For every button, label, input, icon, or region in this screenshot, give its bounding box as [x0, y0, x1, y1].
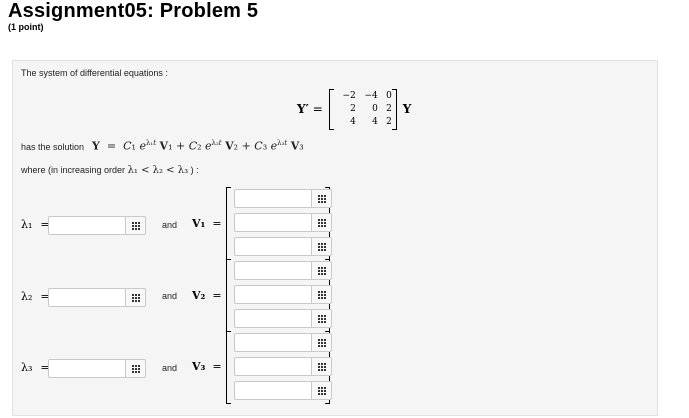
matrix-cell: 2 [386, 103, 392, 114]
grid-icon [131, 364, 140, 373]
grid-icon [317, 338, 326, 347]
where-end: ) : [190, 165, 199, 175]
matrix-cell: 0 [372, 103, 378, 114]
lambda-1-answer [48, 216, 146, 235]
v1-entry-3-input[interactable] [234, 237, 312, 256]
grid-icon [131, 221, 140, 230]
lambda-2-answer [48, 288, 146, 307]
intro-text: The system of differential equations : [21, 68, 168, 78]
v1-entry-1-button[interactable] [312, 189, 332, 208]
lambda-1-label: λ₁ = [21, 218, 50, 231]
v1-entry-3-button[interactable] [312, 237, 332, 256]
lambda-2-input[interactable] [48, 288, 126, 307]
v2-entry-2-input[interactable] [234, 285, 312, 304]
lambda-2-label: λ₂ = [21, 290, 50, 303]
solution-line: has the solution Y = C₁ eλ₁t V₁ + C₂ eλ₂… [21, 139, 304, 153]
v3-entry-3-button[interactable] [312, 381, 332, 400]
lambda-3-label: λ₃ = [21, 361, 50, 374]
v3-entry-1-input[interactable] [234, 333, 312, 352]
lambda-1-equation-button[interactable] [126, 216, 146, 235]
and-label: and [162, 291, 178, 301]
v3-entry-2 [234, 357, 332, 376]
matrix-cell: 2 [386, 116, 392, 127]
v3-entry-2-input[interactable] [234, 357, 312, 376]
grid-icon [317, 290, 326, 299]
v2-label: V₂ = [192, 289, 222, 302]
v1-entry-3 [234, 237, 332, 256]
matrix-cell: 0 [386, 90, 392, 101]
v2-entry-2 [234, 285, 332, 304]
v1-entry-1-input[interactable] [234, 189, 312, 208]
matrix-cell: 2 [350, 103, 356, 114]
grid-icon [317, 266, 326, 275]
v1-entry-2 [234, 213, 332, 232]
v3-entry-2-button[interactable] [312, 357, 332, 376]
grid-icon [317, 242, 326, 251]
grid-icon [131, 293, 140, 302]
v1-entry-1 [234, 189, 332, 208]
v2-entry-3-input[interactable] [234, 309, 312, 328]
solution-expression: Y = C₁ eλ₁t V₁ + C₂ eλ₂t V₂ + C₃ eλ₃t V₃ [92, 139, 304, 153]
v2-entry-3-button[interactable] [312, 309, 332, 328]
grid-icon [317, 194, 326, 203]
v1-entry-2-button[interactable] [312, 213, 332, 232]
v2-entry-1 [234, 261, 332, 280]
v1-label: V₁ = [192, 217, 222, 230]
matrix-cell: −2 [342, 90, 356, 101]
solution-prefix: has the solution [21, 141, 85, 152]
lambda-1-input[interactable] [48, 216, 126, 235]
matrix-cell: 4 [350, 116, 356, 127]
v3-entry-3 [234, 381, 332, 400]
v2-entry-1-input[interactable] [234, 261, 312, 280]
lambda-3-answer [48, 359, 146, 378]
v2-entry-1-button[interactable] [312, 261, 332, 280]
v3-entry-1 [234, 333, 332, 352]
order-expression: λ₁ < λ₂ < λ₃ [127, 165, 189, 176]
coefficient-matrix: −2 −4 0 2 0 2 4 4 2 [328, 88, 397, 130]
grid-icon [317, 218, 326, 227]
and-label: and [162, 220, 178, 230]
v2-entry-3 [234, 309, 332, 328]
where-text: where (in increasing order [21, 165, 126, 175]
lhs-y-prime: Y′ [297, 102, 309, 116]
rhs-y: Y [402, 102, 412, 116]
where-line: where (in increasing order λ₁ < λ₂ < λ₃ … [21, 165, 199, 176]
matrix-equation: Y′ = −2 −4 0 2 0 2 4 4 2 Y [297, 87, 411, 131]
v3-entry-3-input[interactable] [234, 381, 312, 400]
grid-icon [317, 362, 326, 371]
matrix-cell: 4 [372, 116, 378, 127]
lambda-3-input[interactable] [48, 359, 126, 378]
page-title: Assignment05: Problem 5 [8, 0, 259, 22]
v1-entry-2-input[interactable] [234, 213, 312, 232]
grid-icon [317, 314, 326, 323]
equals-sign: = [312, 102, 323, 116]
lambda-2-equation-button[interactable] [126, 288, 146, 307]
v3-label: V₃ = [192, 360, 222, 373]
matrix-cell: −4 [364, 90, 378, 101]
points-label: (1 point) [8, 22, 44, 32]
problem-panel: The system of differential equations : Y… [12, 60, 658, 416]
v2-entry-2-button[interactable] [312, 285, 332, 304]
lambda-3-equation-button[interactable] [126, 359, 146, 378]
v3-entry-1-button[interactable] [312, 333, 332, 352]
and-label: and [162, 363, 178, 373]
grid-icon [317, 386, 326, 395]
